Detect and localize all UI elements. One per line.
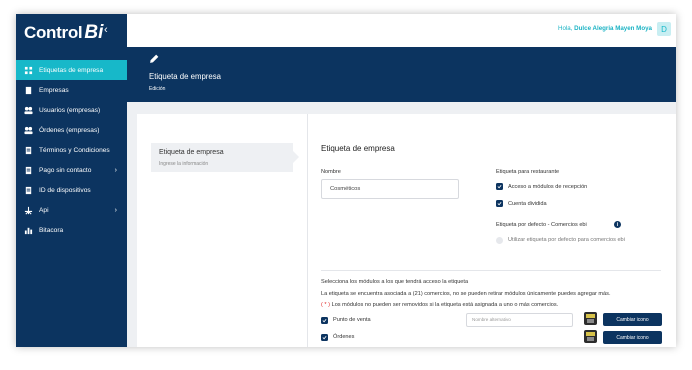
page-header: Etiqueta de empresa Edición [127,47,676,102]
tags-icon [24,66,33,75]
sidebar-item-label: Órdenes (empresas) [39,126,100,134]
sidebar-item-label: Pago sin contacto [39,166,92,174]
reception-checkbox[interactable] [496,183,503,190]
sidebar-item-label: Bitacora [39,226,64,234]
users-icon [24,126,33,135]
page-subtitle: Edición [149,86,166,92]
default-option-label: Utilizar etiqueta por defecto para comer… [508,237,625,243]
step-title: Etiqueta de empresa [159,149,224,156]
api-icon [24,206,33,215]
document-icon [24,166,33,175]
document-icon [24,146,33,155]
chevron-right-icon: › [114,206,117,214]
logo-bi: Bi [84,22,104,43]
avatar[interactable]: D [657,22,671,36]
sidebar-item-label: ID de dispositivos [39,186,91,194]
module-pos-label: Punto de venta [333,317,371,323]
modules-title: Selecciona los módulos a los que tendrá … [321,279,469,285]
module-orders-checkbox[interactable] [321,334,328,341]
split-checkbox[interactable] [496,200,503,207]
sidebar-item-empresas[interactable]: Empresas [16,80,127,100]
logo: Control Bi [24,20,103,46]
module-pos-checkbox[interactable] [321,317,328,324]
change-icon-button[interactable]: Cambiar icono [603,313,662,326]
topbar: Hola, Dulce Alegria Mayen Moya D [127,14,676,47]
logo-text: Control [24,23,83,42]
user-greeting: Hola, Dulce Alegria Mayen Moya [558,25,652,32]
sidebar-item-label: Términos y Condiciones [39,146,110,154]
chevron-right-icon: › [114,166,117,174]
divider [321,270,661,271]
default-label: Etiqueta por defecto - Comercios ebi [496,222,587,228]
building-icon [24,86,33,95]
name-label: Nombre [321,169,341,175]
default-checkbox[interactable] [496,237,503,244]
required-mark: ( * ) [321,302,331,308]
pencil-icon [149,51,160,69]
modules-note: La etiqueta se encuentra asociada a (21)… [321,291,611,297]
sidebar-item-ordenes[interactable]: Órdenes (empresas) [16,120,127,140]
modules-warning: ( * ) Los módulos no pueden ser removido… [321,302,558,308]
change-icon-button[interactable]: Cambiar icono [603,331,662,344]
chart-icon [24,226,33,235]
warning-text: Los módulos no pueden ser removidos si l… [331,302,559,308]
sidebar: Control Bi ‹ Etiquetas de empresa Empres… [16,14,127,347]
sidebar-item-id-dispositivos[interactable]: ID de dispositivos [16,180,127,200]
greeting-text: Hola, [557,25,573,32]
users-icon [24,106,33,115]
sidebar-item-etiquetas[interactable]: Etiquetas de empresa [16,60,127,80]
page-title: Etiqueta de empresa [149,72,221,81]
reception-option-label: Acceso a módulos de recepción [508,184,588,190]
split-option-label: Cuenta dividida [508,201,547,207]
app-window: Control Bi ‹ Etiquetas de empresa Empres… [16,14,676,347]
user-name: Dulce Alegria Mayen Moya [574,25,652,32]
form-card: Etiqueta de empresa Ingrese la informaci… [137,114,676,347]
sidebar-item-terminos[interactable]: Términos y Condiciones [16,140,127,160]
name-input[interactable]: Cosméticos [321,179,459,199]
module-icon-thumbnail [584,330,597,343]
sidebar-nav: Etiquetas de empresa Empresas Usuarios (… [16,60,127,240]
sidebar-item-usuarios[interactable]: Usuarios (empresas) [16,100,127,120]
sidebar-item-label: Usuarios (empresas) [39,106,101,114]
document-icon [24,186,33,195]
sidebar-item-label: Api [39,206,49,214]
module-orders-label: Órdenes [333,334,355,340]
restaurant-label: Etiqueta para restaurante [496,169,560,175]
section-title: Etiqueta de empresa [321,144,395,153]
sidebar-item-label: Etiquetas de empresa [39,66,104,74]
sidebar-item-api[interactable]: Api › [16,200,127,220]
info-icon[interactable]: i [614,221,621,228]
sidebar-item-pago-sin-contacto[interactable]: Pago sin contacto › [16,160,127,180]
module-icon-thumbnail [584,312,597,325]
sidebar-item-bitacora[interactable]: Bitacora [16,220,127,240]
sidebar-item-label: Empresas [39,86,69,94]
alt-name-input[interactable]: Nombre alternativo [466,313,573,327]
divider [307,114,308,347]
stepper-step-active[interactable]: Etiqueta de empresa Ingrese la informaci… [151,143,299,172]
chevron-left-icon[interactable]: ‹ [104,24,108,36]
step-subtitle: Ingrese la información [159,161,209,167]
